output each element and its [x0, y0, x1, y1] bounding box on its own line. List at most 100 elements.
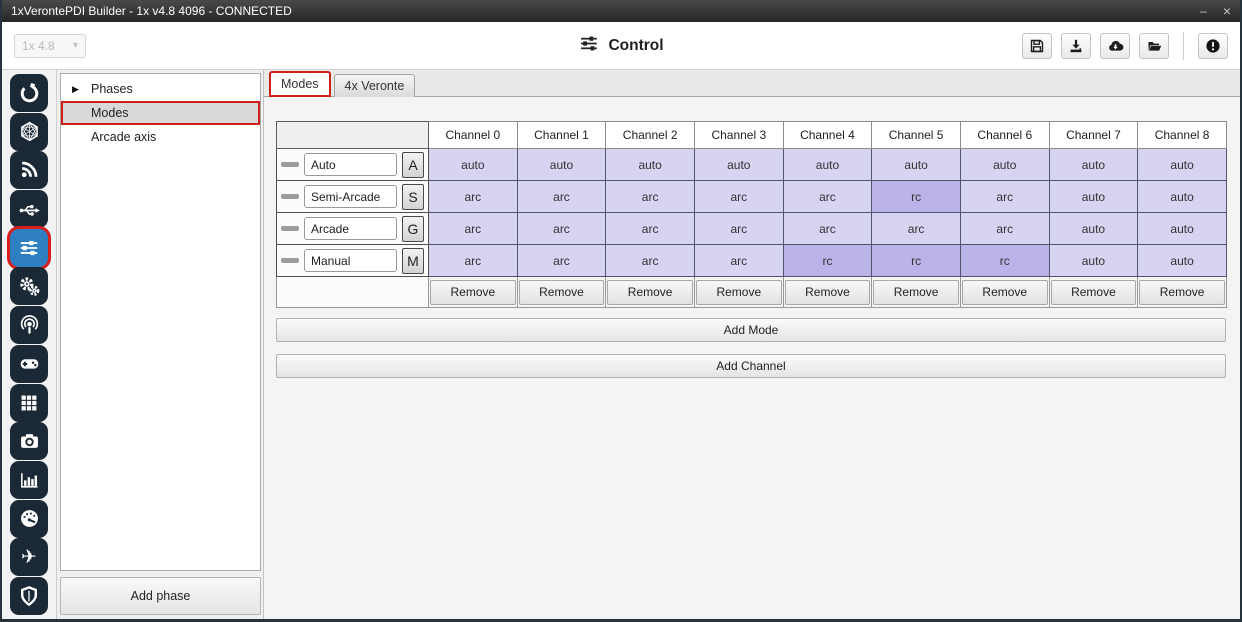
remove-channel-button[interactable]: Remove [607, 280, 693, 305]
add-mode-button[interactable]: Add Mode [276, 318, 1226, 342]
mode-channel-cell[interactable]: auto [1049, 149, 1138, 181]
mode-channel-cell[interactable]: arc [517, 213, 606, 245]
channel-header: Channel 3 [694, 122, 783, 149]
close-button[interactable]: × [1223, 4, 1231, 18]
mode-shortcut-button[interactable]: G [402, 216, 424, 242]
mode-channel-cell[interactable]: arc [694, 181, 783, 213]
target-icon[interactable] [10, 74, 48, 112]
usb-icon[interactable] [10, 190, 48, 228]
app-window: 1xVerontePDI Builder - 1x v4.8 4096 - CO… [0, 0, 1242, 622]
mode-name-input[interactable] [304, 153, 397, 176]
grid-icon[interactable] [10, 384, 48, 422]
drag-handle[interactable] [281, 194, 299, 199]
mode-row: Marcarcarcarcrcrcrcautoauto [277, 245, 1227, 277]
mode-name-input[interactable] [304, 185, 397, 208]
remove-channel-button[interactable]: Remove [873, 280, 959, 305]
save-icon [1029, 38, 1045, 54]
mode-channel-cell[interactable]: auto [1138, 245, 1227, 277]
mode-channel-cell[interactable]: auto [1049, 213, 1138, 245]
tree-item-arcade-axis[interactable]: Arcade axis [61, 125, 260, 149]
mode-shortcut-button[interactable]: S [402, 184, 424, 210]
remove-cell: Remove [606, 277, 695, 308]
mode-channel-cell[interactable]: arc [429, 181, 518, 213]
minimize-button[interactable]: – [1200, 5, 1207, 17]
podcast-icon[interactable] [10, 306, 48, 344]
open-folder-icon [1146, 38, 1163, 54]
rss-icon[interactable] [10, 151, 48, 189]
sliders-control-icon[interactable] [10, 229, 48, 267]
remove-channel-button[interactable]: Remove [1139, 280, 1225, 305]
mode-name-input[interactable] [304, 249, 397, 272]
mode-channel-cell[interactable]: arc [429, 245, 518, 277]
bar-chart-icon[interactable] [10, 461, 48, 499]
mode-channel-cell[interactable]: arc [429, 213, 518, 245]
mode-channel-cell[interactable]: rc [783, 245, 872, 277]
tree-item-label: Modes [91, 106, 129, 120]
mode-channel-cell[interactable]: auto [783, 149, 872, 181]
remove-channel-button[interactable]: Remove [430, 280, 516, 305]
drag-handle[interactable] [281, 258, 299, 263]
mode-channel-cell[interactable]: auto [872, 149, 961, 181]
tree-item-phases[interactable]: ▶ Phases [61, 77, 260, 101]
info-button[interactable] [1198, 33, 1228, 59]
mode-channel-cell[interactable]: rc [872, 245, 961, 277]
remove-channel-button[interactable]: Remove [785, 280, 871, 305]
mode-channel-cell[interactable]: arc [872, 213, 961, 245]
mode-channel-cell[interactable]: arc [694, 245, 783, 277]
mode-channel-cell[interactable]: auto [1049, 245, 1138, 277]
mode-channel-cell[interactable]: auto [606, 149, 695, 181]
remove-channel-button[interactable]: Remove [519, 280, 605, 305]
sliders-icon [578, 33, 599, 59]
mode-channel-cell[interactable]: auto [694, 149, 783, 181]
save-button[interactable] [1022, 33, 1052, 59]
camera-icon[interactable] [10, 422, 48, 460]
add-channel-button[interactable]: Add Channel [276, 354, 1226, 378]
mode-channel-cell[interactable]: arc [783, 181, 872, 213]
mode-channel-cell[interactable]: auto [1049, 181, 1138, 213]
mode-channel-cell[interactable]: arc [517, 181, 606, 213]
mode-shortcut-button[interactable]: M [402, 248, 424, 274]
open-folder-button[interactable] [1139, 33, 1169, 59]
mode-channel-cell[interactable]: auto [429, 149, 518, 181]
mode-channel-cell[interactable]: arc [960, 213, 1049, 245]
add-phase-button[interactable]: Add phase [60, 577, 261, 615]
mode-channel-cell[interactable]: auto [960, 149, 1049, 181]
expand-arrow-icon[interactable]: ▶ [72, 84, 91, 95]
gauge-icon[interactable] [10, 500, 48, 538]
mode-channel-cell[interactable]: arc [606, 213, 695, 245]
mode-channel-cell[interactable]: auto [517, 149, 606, 181]
mode-name-input[interactable] [304, 217, 397, 240]
mode-channel-cell[interactable]: arc [783, 213, 872, 245]
mode-channel-cell[interactable]: rc [872, 181, 961, 213]
mode-channel-cell[interactable]: auto [1138, 149, 1227, 181]
shield-icon[interactable] [10, 577, 48, 615]
mode-channel-cell[interactable]: arc [694, 213, 783, 245]
content-area: ✈ ▶ Phases Modes [2, 70, 1240, 619]
tab-modes[interactable]: Modes [269, 71, 331, 97]
remove-channel-button[interactable]: Remove [1051, 280, 1137, 305]
gears-icon[interactable] [10, 267, 48, 305]
mode-channel-cell[interactable]: arc [517, 245, 606, 277]
mode-channel-cell[interactable]: arc [960, 181, 1049, 213]
drag-handle[interactable] [281, 162, 299, 167]
version-dropdown[interactable]: 1x 4.8 ▾ [14, 34, 86, 58]
mode-shortcut-button[interactable]: A [402, 152, 424, 178]
mode-channel-cell[interactable]: auto [1138, 213, 1227, 245]
mode-channel-cell[interactable]: rc [960, 245, 1049, 277]
download-button[interactable] [1061, 33, 1091, 59]
channel-header: Channel 1 [517, 122, 606, 149]
mode-channel-cell[interactable]: arc [606, 181, 695, 213]
mode-row: Aautoautoautoautoautoautoautoautoauto [277, 149, 1227, 181]
cloud-download-button[interactable] [1100, 33, 1130, 59]
table-header-row: Channel 0Channel 1Channel 2Channel 3Chan… [277, 122, 1227, 149]
plane-icon[interactable]: ✈ [10, 538, 48, 576]
gamepad-icon[interactable] [10, 345, 48, 383]
mesh-sphere-icon[interactable] [10, 113, 48, 151]
tab-4x-veronte[interactable]: 4x Veronte [334, 74, 416, 97]
mode-channel-cell[interactable]: arc [606, 245, 695, 277]
tree-item-modes[interactable]: Modes [61, 101, 260, 125]
remove-channel-button[interactable]: Remove [962, 280, 1048, 305]
remove-channel-button[interactable]: Remove [696, 280, 782, 305]
drag-handle[interactable] [281, 226, 299, 231]
mode-channel-cell[interactable]: auto [1138, 181, 1227, 213]
